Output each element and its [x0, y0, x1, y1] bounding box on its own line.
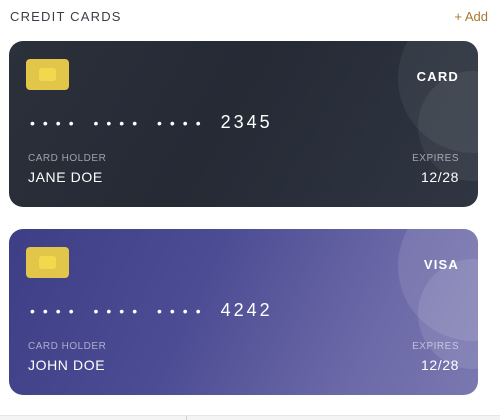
expires-label: EXPIRES [412, 341, 459, 352]
card-brand: VISA [423, 257, 459, 272]
credit-card[interactable]: VISA •••• •••• •••• 4242 CARD HOLDER JOHN… [9, 229, 478, 395]
card-number-masked: •••• •••• •••• [30, 302, 209, 319]
card-holder-label: CARD HOLDER [28, 341, 107, 352]
card-number-masked: •••• •••• •••• [30, 114, 209, 131]
section-title: CREDIT CARDS [10, 9, 122, 24]
section-header: CREDIT CARDS + Add [10, 9, 488, 25]
card-number: •••• •••• •••• 2345 [30, 112, 273, 134]
card-number-last4: 2345 [220, 112, 273, 132]
expires-date: 12/28 [420, 169, 459, 185]
card-chip-icon [26, 59, 69, 90]
card-brand: CARD [416, 69, 459, 84]
card-holder-label: CARD HOLDER [28, 153, 107, 164]
card-holder-name: JANE DOE [28, 169, 103, 185]
expires-date: 12/28 [420, 357, 459, 373]
expires-label: EXPIRES [412, 153, 459, 164]
card-holder-name: JOHN DOE [28, 357, 106, 373]
bottom-scrollbar [0, 415, 500, 420]
scrollbar-divider [186, 416, 187, 420]
card-number: •••• •••• •••• 4242 [30, 300, 273, 322]
add-card-button[interactable]: + Add [454, 9, 488, 24]
card-number-last4: 4242 [220, 300, 273, 320]
card-chip-icon [26, 247, 69, 278]
credit-card[interactable]: CARD •••• •••• •••• 2345 CARD HOLDER JANE… [9, 41, 478, 207]
